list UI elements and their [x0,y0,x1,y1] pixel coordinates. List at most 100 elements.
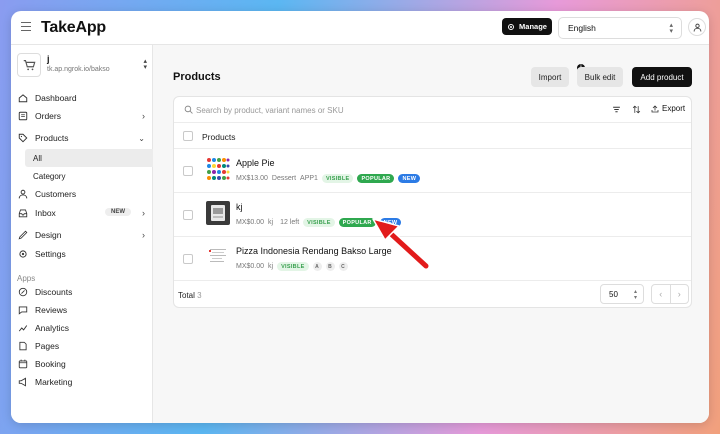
sort-icon[interactable] [632,105,641,114]
chevron-right-icon: › [142,111,145,121]
sidebar-item-orders[interactable]: Orders › [17,107,153,125]
search-input[interactable] [196,103,496,117]
visible-badge: VISIBLE [277,262,309,271]
discount-icon [17,286,29,298]
sidebar-item-label: Dashboard [35,93,77,103]
table-row[interactable]: Pizza Indonesia Rendang Bakso Large MX$0… [174,237,691,281]
per-page-select[interactable]: 50 ▴ ▾ [600,284,644,304]
page-title: Products [173,71,221,83]
language-value: English [568,23,596,33]
sidebar-item-pages[interactable]: Pages [17,337,153,355]
user-avatar[interactable] [688,18,706,36]
inbox-icon [17,207,29,219]
product-category: kj [268,263,274,270]
product-meta: MX$13.00 Dessert APP1 VISIBLE POPULAR NE… [236,174,421,183]
sidebar-subitem-category[interactable]: Category [25,167,153,185]
calendar-icon [17,358,29,370]
row-checkbox[interactable] [183,254,193,264]
product-name[interactable]: kj [236,202,243,212]
product-name[interactable]: Pizza Indonesia Rendang Bakso Large [236,246,392,256]
sidebar-item-label: Marketing [35,377,73,387]
product-meta: MX$0.00 kj VISIBLE A B C [236,262,348,271]
visible-badge: VISIBLE [303,218,335,227]
product-category: kj [268,219,274,226]
product-price: MX$0.00 [236,263,265,270]
export-label: Export [662,104,686,113]
new-badge: NEW [398,174,421,183]
popular-badge: POPULAR [338,218,376,227]
next-page-button[interactable]: › [671,285,689,303]
sidebar-subitem-all[interactable]: All [25,149,153,167]
sidebar-item-customers[interactable]: Customers [17,185,153,203]
store-switcher[interactable]: j tk.ap.ngrok.io/bakso ▴ ▾ [17,53,149,79]
orders-icon [17,110,29,122]
menu-icon[interactable] [21,22,31,32]
filter-icon[interactable] [612,105,621,114]
sidebar-item-settings[interactable]: Settings [17,245,153,263]
product-price: MX$0.00 [236,219,265,226]
pagination: ‹ › [651,284,689,304]
bulk-edit-button[interactable]: Bulk edit [577,67,623,87]
sidebar-item-label: Reviews [35,305,68,315]
visible-badge: VISIBLE [321,174,354,183]
cart-icon [23,60,36,71]
user-icon [693,23,701,31]
table-row[interactable]: kj MX$0.00 kj 12 left VISIBLE POPULAR NE… [174,193,691,237]
product-thumbnail [206,157,230,181]
table-row[interactable]: Apple Pie MX$13.00 Dessert APP1 VISIBLE … [174,149,691,193]
total-count: Total 3 [178,291,202,300]
product-name[interactable]: Apple Pie [236,158,275,168]
chevron-down-icon: ⌄ [138,134,145,143]
row-checkbox[interactable] [183,210,193,220]
store-logo [17,53,41,77]
import-button[interactable]: Import [531,67,569,87]
brand-logo[interactable]: TakeApp [41,19,106,37]
product-category: Dessert [271,175,297,182]
variant-badge: C [338,262,348,271]
sidebar-item-design[interactable]: Design › [17,226,153,244]
design-icon [17,229,29,241]
new-badge: NEW [379,218,402,227]
sidebar-item-dashboard[interactable]: Dashboard [17,89,153,107]
table-header: Products [174,123,691,149]
chevron-updown-icon: ▴ ▾ [633,289,637,301]
sidebar-item-reviews[interactable]: Reviews [17,301,153,319]
sidebar-item-products[interactable]: Products ⌄ [17,129,153,147]
megaphone-icon [17,376,29,388]
total-value: 3 [197,291,202,300]
sidebar-item-marketing[interactable]: Marketing [17,373,153,391]
sidebar-item-discounts[interactable]: Discounts [17,283,153,301]
row-checkbox[interactable] [183,166,193,176]
sidebar-item-label: Products [35,133,69,143]
new-badge: NEW [105,208,131,216]
sidebar-item-label: Discounts [35,287,73,297]
review-icon [17,304,29,316]
prev-page-button[interactable]: ‹ [652,285,671,303]
sidebar-item-analytics[interactable]: Analytics [17,319,153,337]
chevron-right-icon: › [142,230,145,240]
app-window: TakeApp Manage English ▴ ▾ j tk.ap.ngrok.… [11,11,709,423]
table-footer: Total 3 50 ▴ ▾ ‹ › [174,281,691,307]
sidebar: j tk.ap.ngrok.io/bakso ▴ ▾ Dashboard Orde… [11,45,153,423]
user-icon [17,188,29,200]
language-select[interactable]: English ▴ ▾ [558,17,682,39]
chevron-updown-icon: ▴ ▾ [143,58,147,71]
manage-button[interactable]: Manage [502,18,552,35]
sidebar-item-label: Settings [35,249,66,259]
export-button[interactable]: Export [651,104,685,113]
tag-icon [17,132,29,144]
variant-badge: B [325,262,335,271]
sidebar-item-booking[interactable]: Booking [17,355,153,373]
store-url: tk.ap.ngrok.io/bakso [47,66,110,73]
sidebar-item-label: Inbox [35,208,56,218]
home-icon [17,92,29,104]
sidebar-item-inbox[interactable]: Inbox NEW › [17,204,153,222]
top-bar: TakeApp Manage English ▴ ▾ [11,11,709,45]
chevron-right-icon: › [142,208,145,218]
add-product-button[interactable]: Add product [632,67,692,87]
gear-icon [17,248,29,260]
gear-icon [508,23,515,30]
upload-icon [651,104,659,112]
select-all-checkbox[interactable] [183,131,193,141]
main-content: Products Import i Bulk edit Add product … [153,45,709,423]
